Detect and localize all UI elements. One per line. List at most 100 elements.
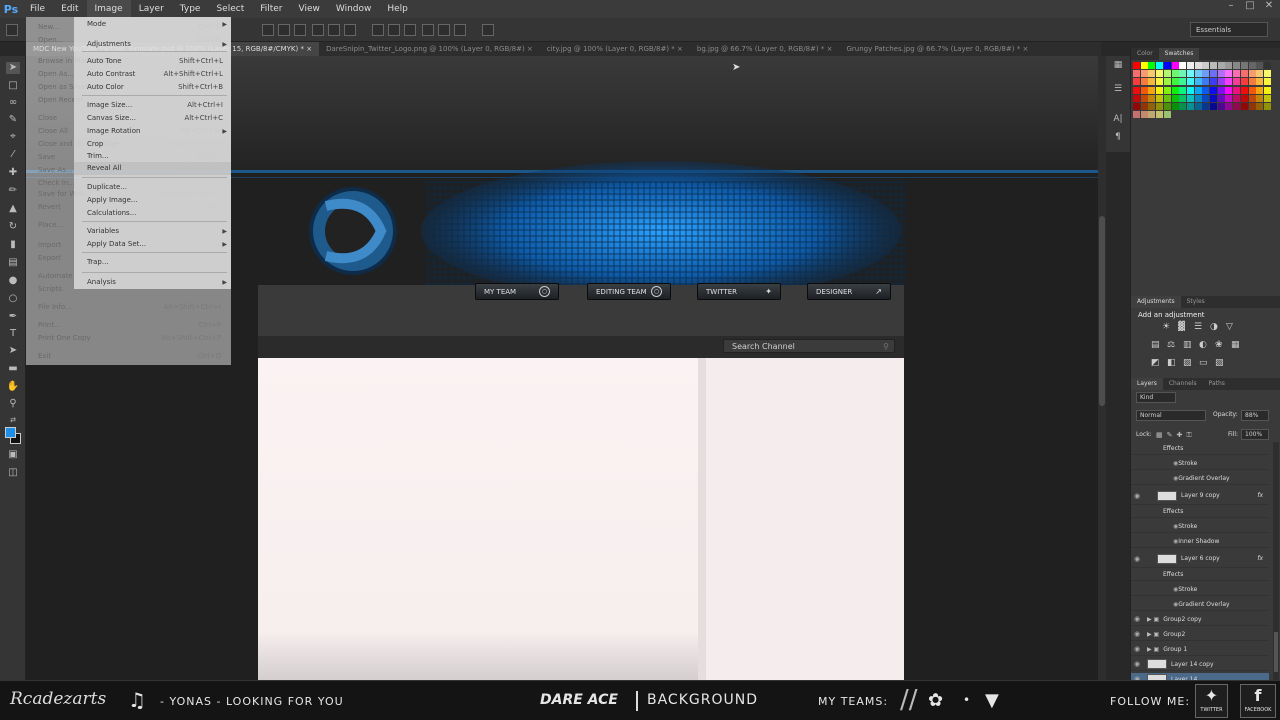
close-icon[interactable]: ✕ <box>1260 0 1278 16</box>
image-menu-item[interactable]: Image Size... Alt+Ctrl+I <box>74 99 231 112</box>
color-swatch[interactable] <box>1140 70 1148 78</box>
adjustment-icon[interactable]: ◑ <box>1210 322 1218 332</box>
color-swatch[interactable] <box>1194 103 1202 110</box>
color-swatch[interactable] <box>1210 62 1217 69</box>
color-swatch[interactable] <box>1179 62 1187 69</box>
tab-layers[interactable]: Layers <box>1131 378 1163 390</box>
color-swatch[interactable] <box>1240 86 1248 94</box>
image-menu-item[interactable]: Mode ▶ <box>74 18 231 31</box>
nav-designer-button[interactable]: DESIGNER ↗ <box>807 283 891 300</box>
visibility-eye-icon[interactable]: ◉ <box>1131 630 1143 638</box>
scrollbar-thumb[interactable] <box>1099 216 1105 406</box>
color-swatch[interactable] <box>1225 62 1233 69</box>
blur-tool-icon[interactable]: ● <box>6 275 20 287</box>
adjustment-icon[interactable]: ◐ <box>1199 340 1207 350</box>
color-swatch[interactable] <box>1233 94 1241 102</box>
color-swatch[interactable] <box>1163 86 1171 94</box>
color-swatch[interactable] <box>1156 78 1164 86</box>
color-swatch[interactable] <box>1210 70 1217 78</box>
color-swatch[interactable] <box>1233 103 1241 110</box>
color-swatch[interactable] <box>1148 103 1156 110</box>
image-menu-item[interactable]: Analysis ▶ <box>74 276 231 289</box>
maximize-icon[interactable]: □ <box>1241 0 1259 16</box>
document-tab[interactable]: city.jpg @ 100% (Layer 0, RGB/8#) * × <box>540 42 690 56</box>
color-swatch[interactable] <box>1163 70 1171 78</box>
color-swatch[interactable] <box>1163 111 1171 119</box>
color-swatch[interactable] <box>1233 62 1241 69</box>
image-menu-item[interactable]: Reveal All <box>74 162 231 175</box>
auto-align-icon[interactable] <box>482 24 494 36</box>
adjustment-icon[interactable]: ☀ <box>1162 322 1170 332</box>
color-swatch[interactable] <box>1148 86 1156 94</box>
adjustment-icon[interactable]: ❀ <box>1215 340 1223 350</box>
color-swatch[interactable] <box>1179 78 1187 86</box>
character-panel-icon[interactable]: A| <box>1111 114 1125 128</box>
color-swatch[interactable] <box>1256 78 1264 86</box>
menu-filter[interactable]: Filter <box>252 0 290 18</box>
color-swatch[interactable] <box>1233 70 1241 78</box>
color-swatch[interactable] <box>1194 62 1202 69</box>
color-swatch[interactable] <box>1225 70 1233 78</box>
align-bottom-icon[interactable] <box>294 24 306 36</box>
nav-twitter-button[interactable]: TWITTER ✦ <box>697 283 781 300</box>
adjustment-icon[interactable]: ⚖ <box>1167 340 1175 350</box>
facebook-button[interactable]: f FACEBOOK <box>1240 684 1276 718</box>
color-swatch[interactable] <box>1202 94 1210 102</box>
distribute-middle-icon[interactable] <box>388 24 400 36</box>
fill-input[interactable]: 100% <box>1241 429 1269 440</box>
eraser-tool-icon[interactable]: ▮ <box>6 239 20 251</box>
color-swatch[interactable] <box>1248 78 1256 86</box>
move-tool-icon[interactable]: ➤ <box>6 62 20 74</box>
channel-search-input[interactable]: Search Channel ⚲ <box>723 339 895 353</box>
color-swatch[interactable] <box>1186 62 1194 69</box>
color-swatch[interactable] <box>1225 86 1233 94</box>
color-swatch[interactable] <box>1133 103 1140 110</box>
file-menu-item[interactable]: Print One Copy Alt+Shift+Ctrl+P <box>26 332 231 344</box>
color-swatch[interactable] <box>1248 62 1256 69</box>
layer-row[interactable]: ◉ ▶ ▣ Group 1 <box>1131 643 1269 656</box>
color-swatch[interactable] <box>1148 62 1156 69</box>
menu-file[interactable]: File <box>22 0 53 18</box>
image-menu-item[interactable]: Auto Contrast Alt+Shift+Ctrl+L <box>74 68 231 81</box>
workspace-select[interactable]: Essentials <box>1190 22 1268 37</box>
lasso-tool-icon[interactable]: ∞ <box>6 97 20 109</box>
fx-badge-icon[interactable]: fx <box>1257 555 1263 562</box>
color-swatch[interactable] <box>1171 94 1179 102</box>
color-swatch[interactable] <box>1248 70 1256 78</box>
adjustment-icon[interactable]: ☰ <box>1194 322 1202 332</box>
color-swatch[interactable] <box>1217 70 1225 78</box>
color-swatch[interactable] <box>1233 86 1241 94</box>
layer-row[interactable]: ◉ Layer 14 copy <box>1131 658 1269 671</box>
color-swatch[interactable] <box>1133 70 1140 78</box>
align-left-icon[interactable] <box>312 24 324 36</box>
color-swatch[interactable] <box>1179 70 1187 78</box>
distribute-bottom-icon[interactable] <box>404 24 416 36</box>
layer-row[interactable]: ◉ Gradient Overlay <box>1131 472 1269 485</box>
color-swatch[interactable] <box>1202 62 1210 69</box>
color-swatch[interactable] <box>1140 103 1148 110</box>
path-select-tool-icon[interactable]: ➤ <box>6 345 20 357</box>
color-swatch[interactable] <box>1148 111 1156 119</box>
type-tool-icon[interactable]: T <box>6 328 20 340</box>
image-menu-item[interactable]: Adjustments ▶ <box>74 38 231 51</box>
file-menu-item[interactable]: Print... Ctrl+P <box>26 319 231 331</box>
gradient-tool-icon[interactable]: ▤ <box>6 257 20 269</box>
screen-mode-icon[interactable]: ◫ <box>6 467 20 479</box>
color-swatch[interactable] <box>1240 78 1248 86</box>
align-top-icon[interactable] <box>262 24 274 36</box>
color-swatch[interactable] <box>1256 86 1264 94</box>
color-swatch[interactable] <box>1156 62 1164 69</box>
adjustment-icon[interactable]: ▨ <box>1183 358 1192 368</box>
color-swatch[interactable] <box>1186 103 1194 110</box>
menu-view[interactable]: View <box>291 0 328 18</box>
team-logo-icon[interactable]: ✿ <box>928 690 943 711</box>
image-menu-item[interactable]: Trap... <box>74 256 231 269</box>
align-center-icon[interactable] <box>328 24 340 36</box>
color-swatch[interactable] <box>1263 78 1271 86</box>
color-swatch[interactable] <box>1140 86 1148 94</box>
menu-layer[interactable]: Layer <box>131 0 172 18</box>
layer-row[interactable]: ◉ ▶ ▣ Group2 <box>1131 628 1269 641</box>
visibility-eye-icon[interactable]: ◉ <box>1131 645 1143 653</box>
color-swatch[interactable] <box>1256 94 1264 102</box>
color-swatch[interactable] <box>1248 86 1256 94</box>
